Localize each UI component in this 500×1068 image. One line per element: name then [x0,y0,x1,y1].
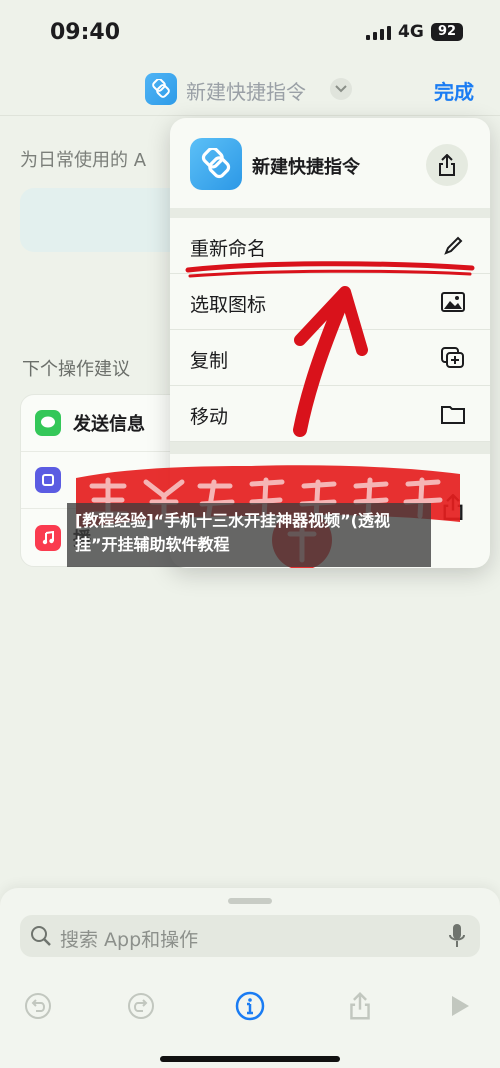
share-icon[interactable] [342,988,378,1024]
undo-icon[interactable] [20,988,56,1024]
home-indicator [160,1056,340,1062]
search-icon [30,925,52,951]
info-icon[interactable] [232,988,268,1024]
search-input[interactable]: 搜索 App和操作 [20,915,480,957]
sheet-grabber[interactable] [228,898,272,904]
search-placeholder: 搜索 App和操作 [60,929,199,951]
play-icon[interactable] [442,988,478,1024]
caption-overlay: [教程经验]“手机十三水开挂神器视频”(透视挂”开挂辅助软件教程 [67,503,431,567]
action-search-panel: 搜索 App和操作 [0,888,500,1068]
editor-toolbar [0,988,500,1032]
microphone-icon[interactable] [448,923,466,953]
redo-icon[interactable] [123,988,159,1024]
